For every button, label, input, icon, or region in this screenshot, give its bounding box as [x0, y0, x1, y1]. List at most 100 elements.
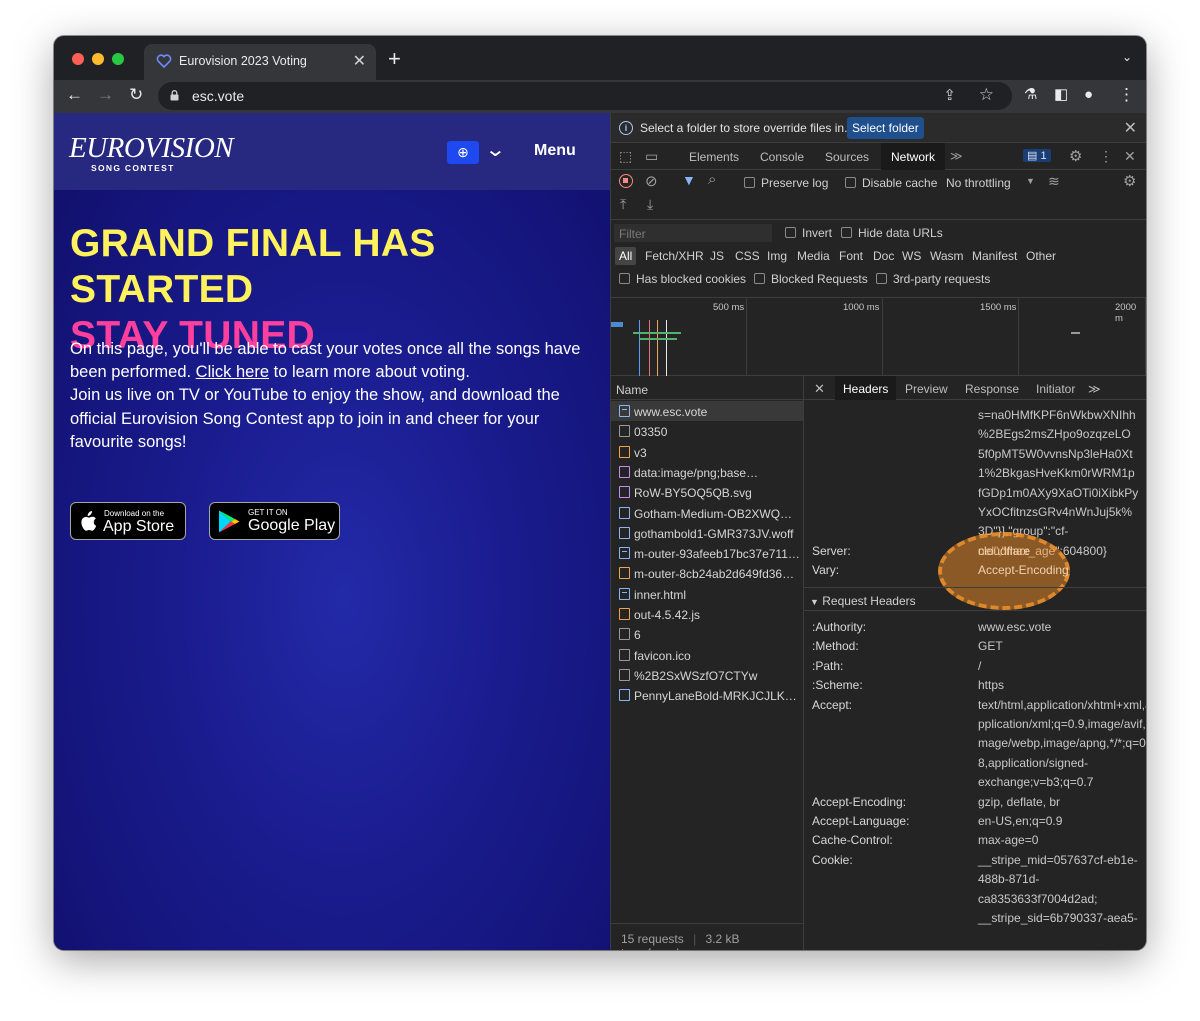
close-window-button[interactable]	[72, 53, 84, 65]
request-row[interactable]: favicon.ico	[611, 645, 803, 665]
settings-gear-icon[interactable]: ⚙	[1069, 147, 1082, 165]
type-filter-js[interactable]: JS	[710, 249, 724, 263]
request-row[interactable]: inner.html	[611, 584, 803, 604]
throttling-select[interactable]: No throttling	[946, 176, 1011, 190]
request-row[interactable]: PennyLaneBold-MRKJCJLK.…	[611, 685, 803, 705]
device-toolbar-icon[interactable]: ▭	[645, 148, 658, 165]
tab-elements[interactable]: Elements	[689, 150, 739, 164]
request-count: 15 requests	[621, 932, 684, 946]
back-arrow-icon[interactable]: ←	[66, 85, 83, 105]
reload-icon[interactable]: ↻	[129, 85, 143, 105]
filter-funnel-icon[interactable]: ▼	[682, 172, 696, 188]
request-row[interactable]: out-4.5.42.js	[611, 604, 803, 624]
export-har-icon[interactable]: ⤓	[647, 196, 653, 213]
timeline-waterfall	[611, 318, 691, 376]
type-filter-img[interactable]: Img	[767, 249, 787, 263]
app-store-badge[interactable]: Download on the App Store	[70, 502, 186, 540]
invert-checkbox[interactable]	[785, 227, 796, 238]
type-filter-all[interactable]: All	[615, 247, 637, 265]
throttling-dropdown-icon[interactable]: ▼	[1026, 176, 1035, 186]
preserve-log-checkbox[interactable]	[744, 177, 755, 188]
tab-console[interactable]: Console	[760, 150, 804, 164]
minimize-window-button[interactable]	[92, 53, 104, 65]
language-globe-icon[interactable]: ⊕	[447, 141, 479, 164]
request-header-value: mage/webp,image/apng,*/*;q=0.	[978, 736, 1146, 751]
devtools-menu-icon[interactable]: ⋮	[1099, 148, 1113, 165]
network-timeline[interactable]: 500 ms 1000 ms 1500 ms 2000 m	[611, 298, 1146, 376]
issues-badge[interactable]: ▤ 1	[1023, 149, 1051, 162]
request-row[interactable]: data:image/png;base…	[611, 462, 803, 482]
type-filter-other[interactable]: Other	[1026, 249, 1056, 263]
network-settings-gear-icon[interactable]: ⚙	[1123, 172, 1136, 190]
request-row[interactable]: m-outer-8cb24ab2d649fd36…	[611, 563, 803, 583]
name-column-header[interactable]: Name	[611, 376, 803, 400]
preserve-log-label: Preserve log	[761, 176, 829, 190]
tab-eurovision[interactable]: Eurovision 2023 Voting ✕	[144, 44, 376, 80]
google-play-badge[interactable]: GET IT ON Google Play	[209, 502, 340, 540]
more-detail-tabs-icon[interactable]: ≫	[1088, 382, 1101, 396]
timeline-tick-2000: 2000 m	[1115, 302, 1137, 324]
side-panel-icon[interactable]: ◧	[1054, 85, 1068, 105]
request-row[interactable]: %2B2SxWSzfO7CTYw	[611, 665, 803, 685]
type-filter-fetch-xhr[interactable]: Fetch/XHR	[645, 249, 704, 263]
request-row[interactable]: v3	[611, 442, 803, 462]
network-conditions-icon[interactable]: ≋	[1048, 173, 1060, 190]
type-filter-manifest[interactable]: Manifest	[972, 249, 1017, 263]
labs-flask-icon[interactable]: ⚗	[1024, 85, 1037, 105]
type-filter-doc[interactable]: Doc	[873, 249, 894, 263]
request-row[interactable]: www.esc.vote	[611, 401, 803, 422]
menu-button[interactable]: Menu	[534, 142, 576, 160]
blocked-cookies-checkbox[interactable]	[619, 273, 630, 284]
select-folder-button[interactable]: Select folder	[847, 117, 924, 139]
search-icon[interactable]: ⌕	[708, 171, 716, 188]
devtools-close-icon[interactable]: ✕	[1124, 148, 1136, 165]
tab-close-icon[interactable]: ✕	[353, 51, 366, 71]
eurovision-logo[interactable]: EUROVISION SONG CONTEST	[69, 133, 234, 173]
disable-cache-checkbox[interactable]	[845, 177, 856, 188]
tab-sources[interactable]: Sources	[825, 150, 869, 164]
inspect-element-icon[interactable]: ⬚	[619, 148, 632, 165]
type-filter-ws[interactable]: WS	[902, 249, 921, 263]
tab-headers[interactable]: Headers	[835, 376, 897, 400]
type-filter-media[interactable]: Media	[797, 249, 830, 263]
browser-menu-icon[interactable]: ⋮	[1118, 85, 1135, 105]
tab-initiator[interactable]: Initiator	[1036, 382, 1075, 396]
join-us-paragraph: Join us live on TV or YouTube to enjoy t…	[70, 386, 560, 451]
request-row[interactable]: 6	[611, 624, 803, 644]
more-tabs-icon[interactable]: ≫	[950, 149, 963, 163]
filter-input[interactable]: Filter	[614, 224, 772, 242]
third-party-checkbox[interactable]	[876, 273, 887, 284]
request-row[interactable]: RoW-BY5OQ5QB.svg	[611, 482, 803, 502]
type-filter-font[interactable]: Font	[839, 249, 863, 263]
request-row[interactable]: 03350	[611, 421, 803, 441]
address-bar[interactable]: esc.vote ⇪ ☆	[158, 82, 1012, 110]
type-filter-wasm[interactable]: Wasm	[930, 249, 964, 263]
request-header-value: pplication/xml;q=0.9,image/avif,i	[978, 717, 1146, 731]
new-tab-button[interactable]: +	[388, 46, 401, 72]
request-headers-section[interactable]: ▼ Request Headers	[804, 587, 1146, 611]
details-close-icon[interactable]: ✕	[814, 381, 825, 397]
learn-more-link[interactable]: Click here	[196, 363, 269, 381]
server-value: cloudflare	[978, 544, 1031, 558]
request-row[interactable]: gothambold1-GMR373JV.woff	[611, 523, 803, 543]
request-name: Gotham-Medium-OB2XWQ…	[634, 506, 793, 521]
tab-network[interactable]: Network	[881, 143, 946, 170]
infobar-close-icon[interactable]: ✕	[1124, 118, 1137, 138]
profile-avatar-icon[interactable]: ●	[1084, 85, 1093, 105]
blocked-requests-checkbox[interactable]	[754, 273, 765, 284]
import-har-icon[interactable]: ⤒	[620, 196, 626, 213]
tab-search-chevron-icon[interactable]: ⌄	[1122, 50, 1132, 64]
tab-preview[interactable]: Preview	[905, 382, 948, 396]
request-row[interactable]: Gotham-Medium-OB2XWQ…	[611, 503, 803, 523]
type-filter-css[interactable]: CSS	[735, 249, 760, 263]
share-icon[interactable]: ⇪	[943, 86, 956, 104]
bookmark-star-icon[interactable]: ☆	[979, 85, 994, 105]
tab-response[interactable]: Response	[965, 382, 1019, 396]
request-row[interactable]: m-outer-93afeeb17bc37e711…	[611, 543, 803, 563]
language-chevron-down-icon[interactable]: ⌄	[484, 137, 506, 162]
forward-arrow-icon[interactable]: →	[97, 85, 114, 105]
zoom-window-button[interactable]	[112, 53, 124, 65]
record-stop-icon[interactable]	[619, 174, 633, 188]
hide-data-urls-checkbox[interactable]	[841, 227, 852, 238]
clear-icon[interactable]: ⊘	[645, 172, 658, 190]
